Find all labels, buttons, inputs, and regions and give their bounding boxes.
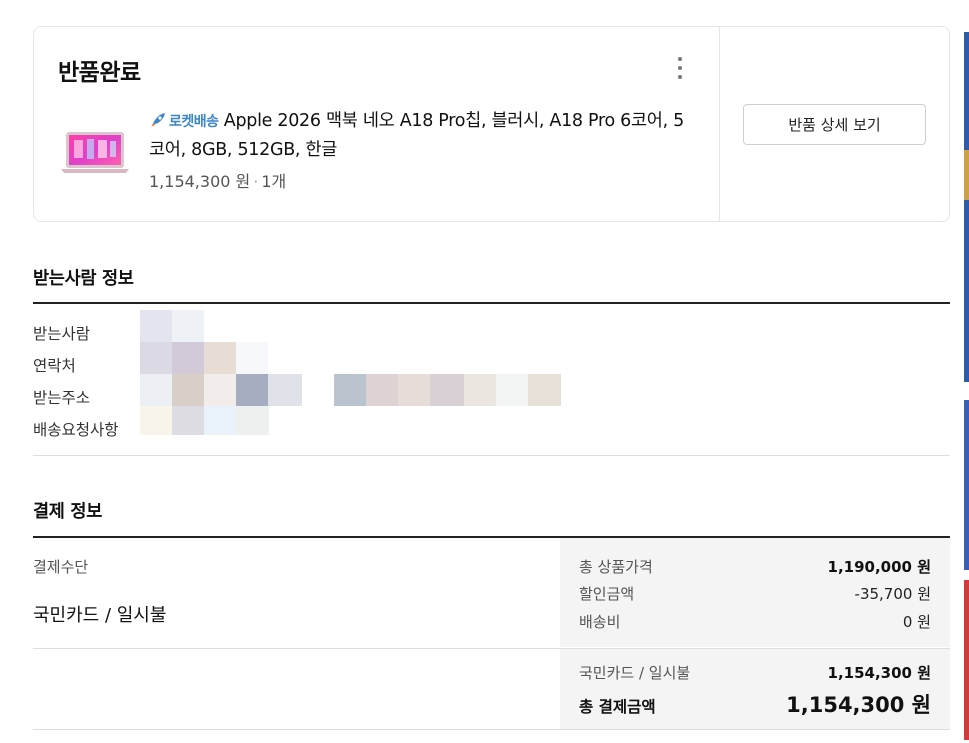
- product-name: Apple 2026 맥북 네오 A18 Pro칩, 블러시, A18 Pro …: [149, 111, 684, 160]
- recipient-address-label: 받는주소: [33, 389, 91, 407]
- shipping-row: 배송비 0 원: [579, 611, 931, 632]
- payment-method-label: 결제수단: [33, 558, 89, 576]
- recipient-section-title: 받는사람 정보: [33, 269, 134, 289]
- order-status-title: 반품완료: [58, 60, 141, 86]
- separator-dot: ·: [253, 172, 259, 191]
- card-payment-value: 1,154,300 원: [827, 664, 931, 682]
- grand-total-row: 총 결제금액 1,154,300 원: [579, 689, 931, 719]
- rocket-delivery-badge: 로켓배송: [169, 114, 219, 130]
- return-order-card: 반품완료 로켓배송 Apple 2026 맥북 네오 A18 Pro칩, 블러시…: [33, 26, 950, 222]
- card-payment-label: 국민카드 / 일시불: [579, 664, 691, 682]
- product-name-line[interactable]: 로켓배송 Apple 2026 맥북 네오 A18 Pro칩, 블러시, A18…: [149, 107, 694, 164]
- recipient-name-label: 받는사람: [33, 325, 91, 343]
- shipping-label: 배송비: [579, 613, 621, 631]
- items-total-value: 1,190,000 원: [827, 558, 931, 576]
- discount-label: 할인금액: [579, 585, 635, 603]
- grand-total-label: 총 결제금액: [579, 698, 656, 716]
- rocket-icon: [151, 113, 165, 127]
- product-price: 1,154,300 원: [149, 172, 251, 191]
- product-thumbnail[interactable]: [60, 131, 130, 175]
- payment-total-panel: 국민카드 / 일시불 1,154,300 원 총 결제금액 1,154,300 …: [560, 649, 950, 729]
- card-payment-row: 국민카드 / 일시불 1,154,300 원: [579, 662, 931, 683]
- product-info: 로켓배송 Apple 2026 맥북 네오 A18 Pro칩, 블러시, A18…: [149, 107, 694, 192]
- order-product-panel: 반품완료 로켓배송 Apple 2026 맥북 네오 A18 Pro칩, 블러시…: [34, 27, 720, 221]
- grand-total-value: 1,154,300 원: [786, 693, 931, 717]
- items-total-label: 총 상품가격: [579, 558, 653, 576]
- shipping-value: 0 원: [902, 613, 931, 631]
- return-detail-button[interactable]: 반품 상세 보기: [743, 104, 926, 145]
- delivery-request-label: 배송요청사항: [33, 421, 119, 439]
- page-edge-strip: [964, 0, 969, 743]
- price-summary-panel: 총 상품가격 1,190,000 원 할인금액 -35,700 원 배송비 0 …: [560, 538, 950, 647]
- discount-row: 할인금액 -35,700 원: [579, 583, 931, 604]
- product-quantity: 1개: [261, 172, 287, 191]
- recipient-divider: [33, 302, 950, 304]
- payment-bottom-divider: [33, 729, 950, 730]
- product-price-line: 1,154,300 원 · 1개: [149, 168, 694, 192]
- payment-method-value: 국민카드 / 일시불: [33, 605, 167, 626]
- payment-section-title: 결제 정보: [33, 502, 102, 522]
- discount-value: -35,700 원: [854, 585, 931, 603]
- more-options-icon[interactable]: [670, 57, 690, 79]
- recipient-phone-label: 연락처: [33, 357, 76, 375]
- items-total-row: 총 상품가격 1,190,000 원: [579, 556, 931, 577]
- recipient-bottom-divider: [33, 455, 950, 456]
